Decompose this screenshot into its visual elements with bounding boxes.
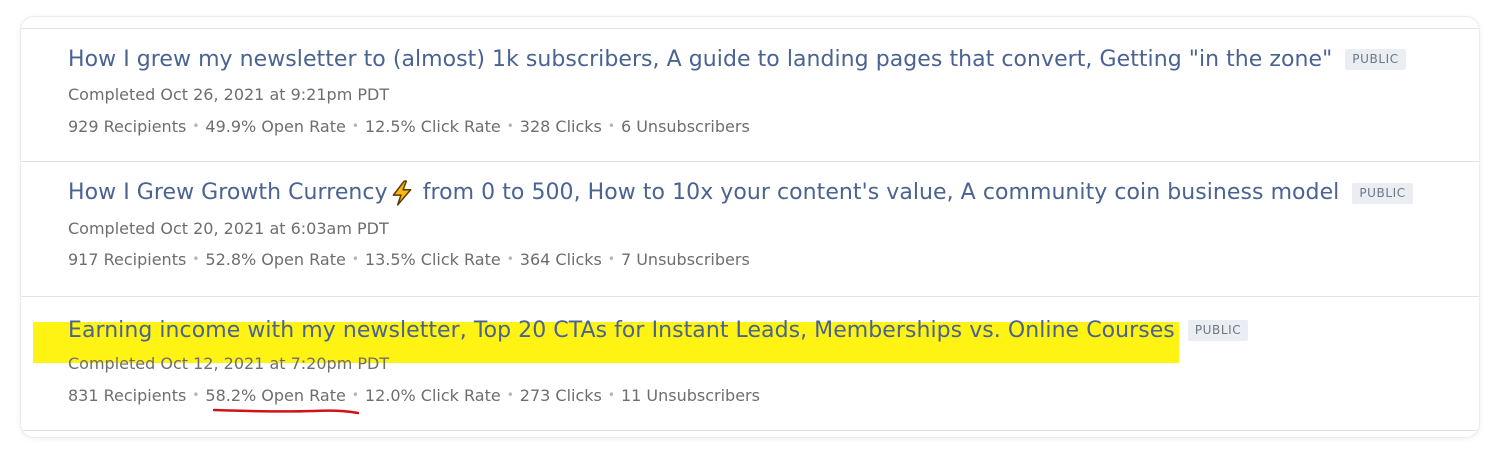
stat-separator: • [192, 119, 200, 133]
stat-separator: • [607, 252, 615, 266]
stat-separator: • [607, 388, 615, 402]
stat-separator: • [351, 388, 359, 402]
stat-separator: • [506, 119, 514, 133]
newsletter-title-link[interactable]: How I grew my newsletter to (almost) 1k … [68, 47, 1332, 72]
stat-separator: • [506, 252, 514, 266]
title-text-after-icon: from 0 to 500, How to 10x your content's… [415, 180, 1340, 205]
row-divider [21, 28, 1479, 29]
stat-separator: • [351, 119, 359, 133]
stat-separator: • [607, 119, 615, 133]
recipients-stat: 917 Recipients [68, 250, 187, 269]
lightning-bolt-icon [392, 180, 412, 206]
title-text-before-icon: How I Grew Growth Currency [68, 180, 388, 205]
red-underline-annotation [213, 408, 359, 415]
open-rate-stat: 58.2% Open Rate [205, 386, 346, 405]
open-rate-stat: 49.9% Open Rate [205, 117, 346, 136]
click-rate-stat: 13.5% Click Rate [364, 250, 501, 269]
recipients-stat: 929 Recipients [68, 117, 187, 136]
stat-separator: • [192, 252, 200, 266]
completed-date: Completed Oct 26, 2021 at 9:21pm PDT [68, 85, 390, 104]
public-badge: PUBLIC [1352, 182, 1413, 204]
click-rate-stat: 12.0% Click Rate [364, 386, 501, 405]
newsletter-title-link[interactable]: How I Grew Growth Currency from 0 to 500… [68, 180, 1339, 206]
stat-separator: • [351, 252, 359, 266]
unsubscribers-stat: 11 Unsubscribers [620, 386, 760, 405]
newsletter-stats: 917 Recipients • 52.8% Open Rate • 13.5% Cli… [68, 250, 750, 269]
newsletter-stats: 929 Recipients • 49.9% Open Rate • 12.5% Cli… [68, 117, 750, 136]
newsletter-stats: 831 Recipients • 58.2% Open Rate • 12.0% Cli… [68, 386, 760, 405]
row-divider [21, 430, 1479, 431]
public-badge: PUBLIC [1345, 49, 1406, 70]
stat-separator: • [506, 388, 514, 402]
newsletter-title-line: How I grew my newsletter to (almost) 1k … [68, 47, 1406, 72]
newsletter-title-line: Earning income with my newsletter, Top 2… [68, 318, 1249, 343]
click-rate-stat: 12.5% Click Rate [364, 117, 501, 136]
clicks-stat: 328 Clicks [519, 117, 602, 136]
clicks-stat: 273 Clicks [519, 386, 602, 405]
completed-date: Completed Oct 20, 2021 at 6:03am PDT [68, 219, 389, 238]
newsletter-title-link[interactable]: Earning income with my newsletter, Top 2… [68, 318, 1175, 343]
completed-date: Completed Oct 12, 2021 at 7:20pm PDT [68, 354, 390, 373]
stat-separator: • [192, 388, 200, 402]
newsletter-title-line: How I Grew Growth Currency from 0 to 500… [68, 180, 1413, 206]
newsletter-list-card: How I grew my newsletter to (almost) 1k … [20, 16, 1480, 438]
row-divider [21, 296, 1479, 297]
clicks-stat: 364 Clicks [519, 250, 602, 269]
public-badge: PUBLIC [1187, 320, 1249, 341]
open-rate-stat: 52.8% Open Rate [205, 250, 346, 269]
recipients-stat: 831 Recipients [68, 386, 187, 405]
unsubscribers-stat: 7 Unsubscribers [620, 250, 750, 269]
row-divider [21, 161, 1479, 162]
unsubscribers-stat: 6 Unsubscribers [620, 117, 750, 136]
